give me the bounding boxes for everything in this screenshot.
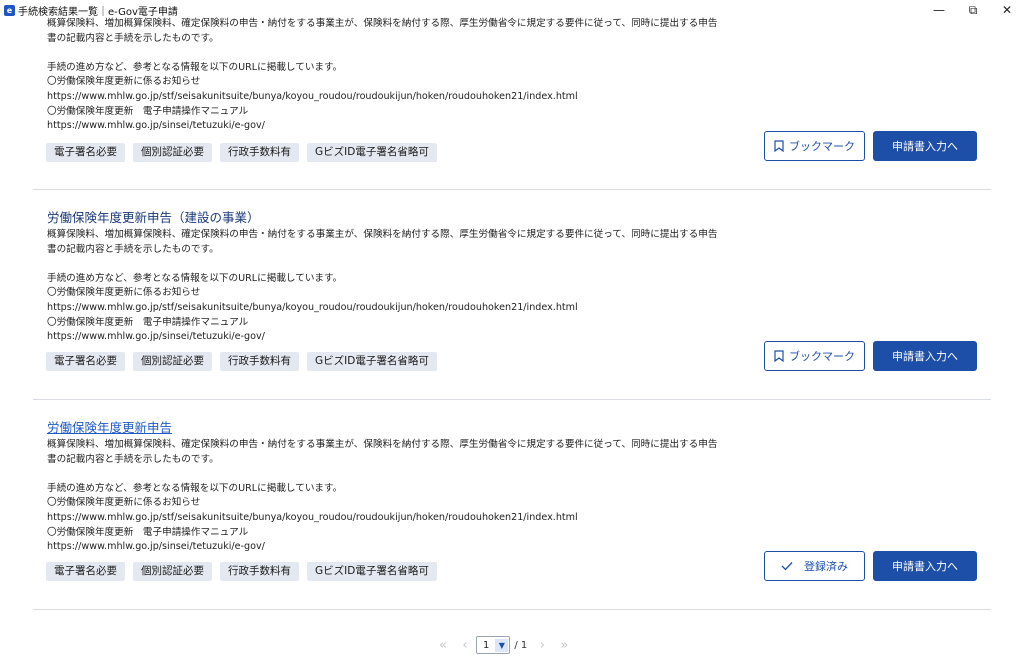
- item-title[interactable]: 労働保険年度更新申告（建設の事業）: [47, 207, 260, 226]
- manual-label: 〇労働保険年度更新 電子申請操作マニュアル: [47, 105, 249, 117]
- manual-label: 〇労働保険年度更新 電子申請操作マニュアル: [47, 316, 249, 328]
- tag-gbiz: GビズID電子署名省略可: [307, 352, 437, 371]
- chevron-down-icon: ▼: [495, 638, 509, 652]
- maximize-button[interactable]: ⧉: [956, 0, 990, 20]
- tag-auth-required: 個別認証必要: [133, 352, 212, 371]
- current-page: 1: [483, 639, 490, 651]
- tag-list: 電子署名必要 個別認証必要 行政手数料有 GビズID電子署名省略可: [46, 352, 437, 371]
- apply-button[interactable]: 申請書入力へ: [873, 551, 977, 581]
- item-title[interactable]: 労働保険年度更新申告: [47, 417, 172, 436]
- next-page-icon[interactable]: ›: [531, 638, 553, 653]
- tag-gbiz: GビズID電子署名省略可: [307, 143, 437, 162]
- tag-signature-required: 電子署名必要: [46, 143, 125, 162]
- bookmark-label: ブックマーク: [789, 140, 855, 153]
- desc-line: 概算保険料、増加概算保険料、確定保険料の申告・納付をする事業主が、保険料を納付す…: [47, 439, 718, 450]
- registered-button[interactable]: 登録済み: [764, 551, 865, 581]
- bookmark-button[interactable]: ブックマーク: [764, 131, 865, 161]
- bookmark-icon: [774, 350, 784, 362]
- window-controls: — ⧉ ✕: [922, 0, 1024, 20]
- close-button[interactable]: ✕: [990, 0, 1024, 20]
- tag-fee: 行政手数料有: [220, 562, 299, 581]
- item-description: 概算保険料、増加概算保険料、確定保険料の申告・納付をする事業主が、保険料を納付す…: [47, 17, 752, 134]
- desc-line: 概算保険料、増加概算保険料、確定保険料の申告・納付をする事業主が、保険料を納付す…: [47, 18, 718, 29]
- desc-line: 書の記載内容と手続を示したものです。: [47, 453, 219, 465]
- tag-gbiz: GビズID電子署名省略可: [307, 562, 437, 581]
- manual-url-link[interactable]: https://www.mhlw.go.jp/sinsei/tetuzuki/e…: [47, 330, 752, 345]
- divider: [33, 399, 991, 400]
- apply-button[interactable]: 申請書入力へ: [873, 341, 977, 371]
- divider: [33, 609, 991, 610]
- registered-label: 登録済み: [804, 560, 848, 573]
- tag-auth-required: 個別認証必要: [133, 562, 212, 581]
- prev-page-icon[interactable]: ‹: [454, 638, 476, 653]
- notice-url-link[interactable]: https://www.mhlw.go.jp/stf/seisakunitsui…: [47, 90, 752, 105]
- desc-line: 書の記載内容と手続を示したものです。: [47, 32, 219, 44]
- notice-label: 〇労働保険年度更新に係るお知らせ: [47, 497, 201, 509]
- manual-label: 〇労働保険年度更新 電子申請操作マニュアル: [47, 526, 249, 538]
- tag-signature-required: 電子署名必要: [46, 352, 125, 371]
- bookmark-icon: [774, 140, 784, 152]
- notice-url-link[interactable]: https://www.mhlw.go.jp/stf/seisakunitsui…: [47, 511, 752, 526]
- apply-button[interactable]: 申請書入力へ: [873, 131, 977, 161]
- e-gov-app-icon: e: [4, 4, 15, 16]
- manual-url-link[interactable]: https://www.mhlw.go.jp/sinsei/tetuzuki/e…: [47, 119, 752, 134]
- first-page-icon[interactable]: «: [432, 638, 454, 653]
- tag-list: 電子署名必要 個別認証必要 行政手数料有 GビズID電子署名省略可: [46, 143, 437, 162]
- desc-line: 書の記載内容と手続を示したものです。: [47, 243, 219, 255]
- desc-line: 概算保険料、増加概算保険料、確定保険料の申告・納付をする事業主が、保険料を納付す…: [47, 229, 718, 240]
- manual-url-link[interactable]: https://www.mhlw.go.jp/sinsei/tetuzuki/e…: [47, 540, 752, 555]
- notice-label: 〇労働保険年度更新に係るお知らせ: [47, 287, 201, 299]
- item-description: 概算保険料、増加概算保険料、確定保険料の申告・納付をする事業主が、保険料を納付す…: [47, 438, 752, 555]
- divider: [33, 189, 991, 190]
- info-intro: 手続の進め方など、参考となる情報を以下のURLに掲載しています。: [47, 272, 343, 284]
- tag-fee: 行政手数料有: [220, 352, 299, 371]
- tag-fee: 行政手数料有: [220, 143, 299, 162]
- info-intro: 手続の進め方など、参考となる情報を以下のURLに掲載しています。: [47, 61, 343, 73]
- pagination: « ‹ 1 ▼ / 1 › »: [432, 636, 575, 654]
- notice-label: 〇労働保険年度更新に係るお知らせ: [47, 76, 201, 88]
- info-intro: 手続の進め方など、参考となる情報を以下のURLに掲載しています。: [47, 482, 343, 494]
- bookmark-button[interactable]: ブックマーク: [764, 341, 865, 371]
- page-select[interactable]: 1 ▼: [476, 636, 511, 654]
- tag-auth-required: 個別認証必要: [133, 143, 212, 162]
- check-icon: [781, 562, 793, 571]
- item-description: 概算保険料、増加概算保険料、確定保険料の申告・納付をする事業主が、保険料を納付す…: [47, 228, 752, 345]
- notice-url-link[interactable]: https://www.mhlw.go.jp/stf/seisakunitsui…: [47, 301, 752, 316]
- last-page-icon[interactable]: »: [553, 638, 575, 653]
- tag-signature-required: 電子署名必要: [46, 562, 125, 581]
- minimize-button[interactable]: —: [922, 0, 956, 20]
- bookmark-label: ブックマーク: [789, 350, 855, 363]
- tag-list: 電子署名必要 個別認証必要 行政手数料有 GビズID電子署名省略可: [46, 562, 437, 581]
- total-pages: / 1: [514, 639, 528, 651]
- window-title: 手続検索結果一覧｜e-Gov電子申請: [18, 6, 178, 18]
